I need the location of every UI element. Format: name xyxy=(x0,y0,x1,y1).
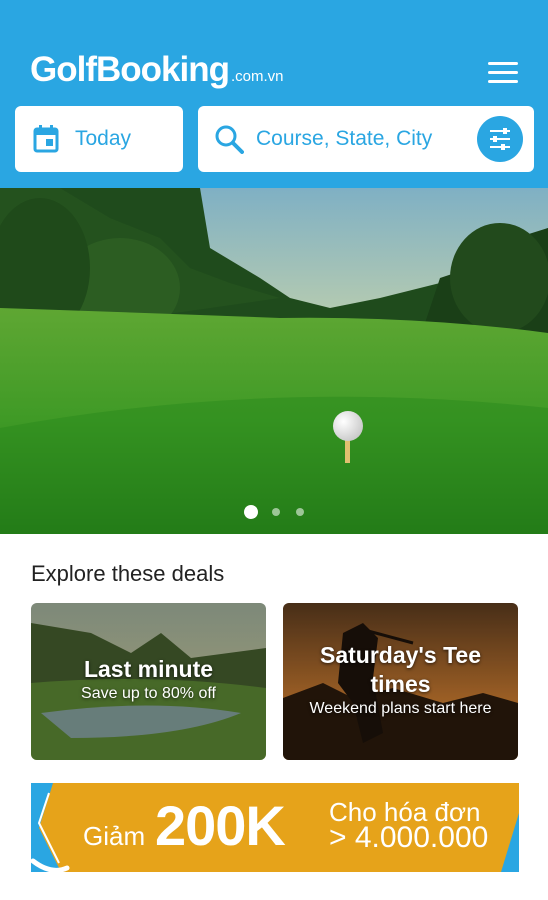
promo-condition-line2: > 4.000.000 xyxy=(329,821,489,854)
date-picker-button[interactable]: Today xyxy=(15,106,183,172)
deal-card-last-minute[interactable]: Last minute Save up to 80% off xyxy=(31,603,266,760)
deal-subtitle: Weekend plans start here xyxy=(309,700,492,717)
deal-title-line1: Saturday's Tee xyxy=(320,642,481,668)
app-logo[interactable]: GolfBooking .com.vn xyxy=(30,50,283,90)
filter-sliders-icon[interactable] xyxy=(477,116,523,162)
calendar-icon xyxy=(33,125,59,153)
date-label: Today xyxy=(75,127,132,150)
carousel-dot-1[interactable] xyxy=(244,505,258,519)
promo-banner[interactable]: Giảm 200K Cho hóa đơn > 4.000.000 xyxy=(30,783,519,873)
logo-tld: .com.vn xyxy=(230,68,284,85)
logo-text: GolfBooking xyxy=(30,50,230,89)
deal-title: Last minute xyxy=(83,656,214,682)
carousel-dot-2[interactable] xyxy=(272,508,280,516)
deal-card-saturday-tee-times[interactable]: Saturday's Tee times Weekend plans start… xyxy=(283,603,518,760)
hamburger-menu-icon[interactable] xyxy=(484,60,522,86)
promo-amount: 200K xyxy=(155,794,286,857)
carousel-dot-3[interactable] xyxy=(296,508,304,516)
deal-title-line2: times xyxy=(370,671,431,697)
search-icon xyxy=(215,125,244,154)
search-bar xyxy=(198,106,534,172)
deal-subtitle: Save up to 80% off xyxy=(81,685,216,702)
app-header: GolfBooking .com.vn Today xyxy=(0,0,548,188)
promo-label: Giảm xyxy=(83,821,146,851)
section-title-deals: Explore these deals xyxy=(31,561,225,586)
search-input[interactable] xyxy=(256,127,466,151)
carousel-indicators xyxy=(0,504,548,520)
hero-banner-image[interactable] xyxy=(0,188,548,534)
